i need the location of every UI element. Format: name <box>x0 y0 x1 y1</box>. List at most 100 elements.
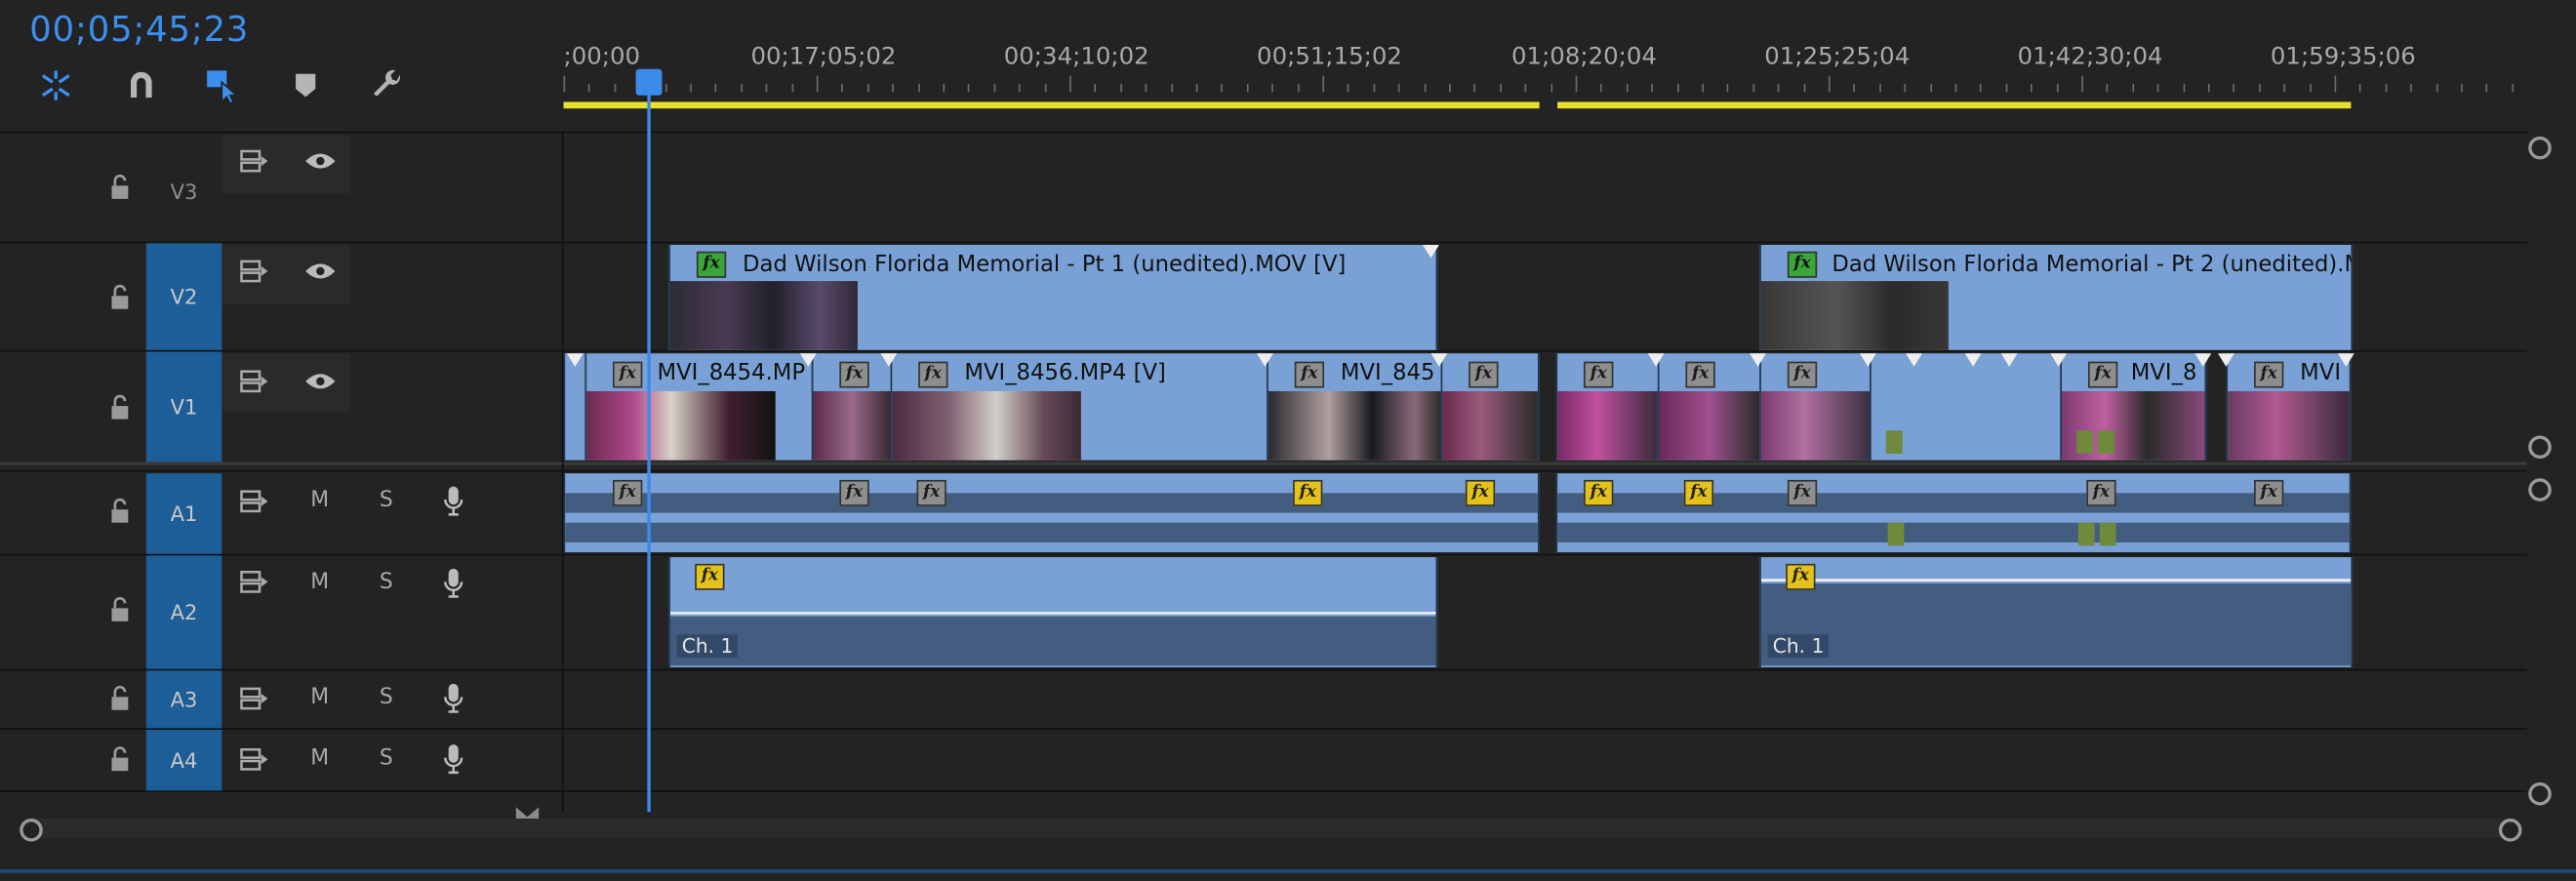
clip-marker[interactable] <box>2099 522 2116 546</box>
work-area-bar[interactable] <box>1557 101 2352 109</box>
track-target-a4[interactable]: A4 <box>145 730 222 791</box>
video-clip[interactable]: fx <box>1657 353 1761 461</box>
ruler-tick <box>1322 75 1325 93</box>
sync-lock-icon[interactable] <box>240 687 269 716</box>
clip-marker[interactable] <box>2098 430 2114 454</box>
eye-visibility-icon[interactable] <box>303 261 337 288</box>
lock-icon[interactable] <box>106 284 133 310</box>
horizontal-scroll-handle-left[interactable] <box>20 818 43 842</box>
lock-icon[interactable] <box>106 685 133 712</box>
microphone-icon[interactable] <box>442 742 465 781</box>
eye-visibility-icon[interactable] <box>303 151 337 178</box>
fx-badge: fx <box>1683 479 1714 506</box>
fx-badge: fx <box>1294 361 1325 388</box>
horizontal-scrollbar[interactable] <box>20 818 2520 839</box>
mute-button[interactable]: M <box>310 488 329 512</box>
work-area-bar[interactable] <box>563 101 1540 109</box>
nest-sequence-icon[interactable] <box>33 62 79 108</box>
audio-clip-a1-part2[interactable]: fx fx fx fx fx <box>1555 473 2352 553</box>
vertical-scroll-handle[interactable] <box>2528 435 2552 460</box>
ruler-tick <box>1373 83 1375 93</box>
clip-thumbnail <box>813 390 891 461</box>
sync-lock-icon[interactable] <box>240 747 269 778</box>
vertical-scroll-handle[interactable] <box>2528 136 2552 160</box>
mute-button[interactable]: M <box>310 571 329 595</box>
microphone-icon[interactable] <box>442 682 465 721</box>
audio-clip-a2-pt2[interactable]: fx Ch. 1 <box>1759 557 2354 667</box>
track-target-a3[interactable]: A3 <box>145 670 222 729</box>
fx-badge: fx <box>695 563 725 590</box>
audio-clip-a1[interactable]: fx fx fx fx fx <box>563 473 1540 553</box>
clip-marker[interactable] <box>1887 522 1905 546</box>
track-target-v2[interactable]: V2 <box>145 243 222 350</box>
video-clip-pt2[interactable]: fx Dad Wilson Florida Memorial - Pt 2 (u… <box>1759 245 2354 350</box>
video-clip-pt1[interactable]: fx Dad Wilson Florida Memorial - Pt 1 (u… <box>668 245 1438 350</box>
lock-icon[interactable] <box>106 746 133 773</box>
solo-button[interactable]: S <box>380 571 393 595</box>
ruler-label: 00;17;05;02 <box>750 44 897 71</box>
video-clip[interactable]: fx <box>811 353 893 461</box>
time-ruler[interactable]: ;00;00 00;17;05;02 00;34;10;02 00;51;15;… <box>563 0 2527 132</box>
mute-button[interactable]: M <box>310 746 329 771</box>
solo-button[interactable]: S <box>380 746 393 771</box>
clip-marker[interactable] <box>2076 430 2094 454</box>
clip-edge-marker <box>2337 353 2355 367</box>
video-clip[interactable] <box>563 353 587 461</box>
solo-button[interactable]: S <box>380 488 393 512</box>
track-target-v1[interactable]: V1 <box>145 351 222 462</box>
sync-lock-icon[interactable] <box>240 490 269 519</box>
lock-icon[interactable] <box>106 596 133 623</box>
ruler-tick <box>2359 83 2362 93</box>
sync-lock-icon[interactable] <box>240 149 269 179</box>
ruler-tick <box>1069 75 1071 93</box>
solo-button[interactable]: S <box>380 686 393 710</box>
add-marker-icon[interactable] <box>283 62 329 108</box>
lock-icon[interactable] <box>106 394 133 420</box>
vertical-scroll-handle[interactable] <box>2528 478 2552 501</box>
clip-thumbnail <box>1557 390 1658 461</box>
audio-clip-a2-pt1[interactable]: fx Ch. 1 <box>668 557 1438 667</box>
sync-lock-icon[interactable] <box>240 260 269 289</box>
ruler-tick <box>1044 83 1046 93</box>
wrench-settings-icon[interactable] <box>365 62 411 108</box>
video-clip-mvi845[interactable]: fx MVI_845 <box>1267 353 1443 461</box>
playhead-line[interactable] <box>647 78 651 813</box>
ruler-tick <box>917 83 920 93</box>
ruler-tick <box>1600 83 1603 93</box>
ruler-tick <box>2132 83 2134 93</box>
video-clip-mvi8456[interactable]: fx MVI_8456.MP4 [V] <box>890 353 1268 461</box>
track-target-a2[interactable]: A2 <box>145 555 222 669</box>
ruler-tick <box>1929 83 1932 93</box>
playhead-handle[interactable] <box>635 68 663 96</box>
video-clip[interactable]: fx <box>1759 353 1872 461</box>
sync-lock-icon[interactable] <box>240 571 269 600</box>
video-clip[interactable]: fx <box>1555 353 1660 461</box>
current-timecode[interactable]: 00;05;45;23 <box>29 10 249 49</box>
video-clip-mvi[interactable]: fx MVI <box>2226 353 2352 461</box>
clip-name: MVI_8456.MP4 [V] <box>964 359 1166 386</box>
horizontal-scroll-handle-right[interactable] <box>2498 818 2522 842</box>
ruler-tick <box>1424 83 1426 93</box>
sync-lock-icon[interactable] <box>240 370 269 399</box>
fx-badge: fx <box>1465 479 1496 506</box>
clip-edge-marker <box>1257 353 1273 367</box>
clip-marker[interactable] <box>2077 522 2095 546</box>
track-target-a1[interactable]: A1 <box>145 473 222 554</box>
track-target-v3[interactable]: V3 <box>146 161 221 220</box>
video-clip[interactable]: fx <box>1440 353 1540 461</box>
microphone-icon[interactable] <box>442 567 465 606</box>
clip-marker[interactable] <box>1885 430 1903 454</box>
snap-magnet-icon[interactable] <box>118 62 164 108</box>
clip-end-marker <box>1423 245 1439 259</box>
linked-selection-icon[interactable] <box>199 62 245 108</box>
lock-icon[interactable] <box>106 174 133 201</box>
eye-visibility-icon[interactable] <box>303 372 337 398</box>
mute-button[interactable]: M <box>310 686 329 710</box>
video-clip-mvi8454[interactable]: fx MVI_8454.MP <box>584 353 814 461</box>
microphone-icon[interactable] <box>442 485 465 524</box>
resize-handle-icon[interactable] <box>515 799 540 824</box>
lock-icon[interactable] <box>106 498 133 524</box>
fx-badge: fx <box>1584 479 1614 506</box>
ruler-tick <box>1221 83 1224 93</box>
vertical-scroll-handle[interactable] <box>2528 781 2552 806</box>
